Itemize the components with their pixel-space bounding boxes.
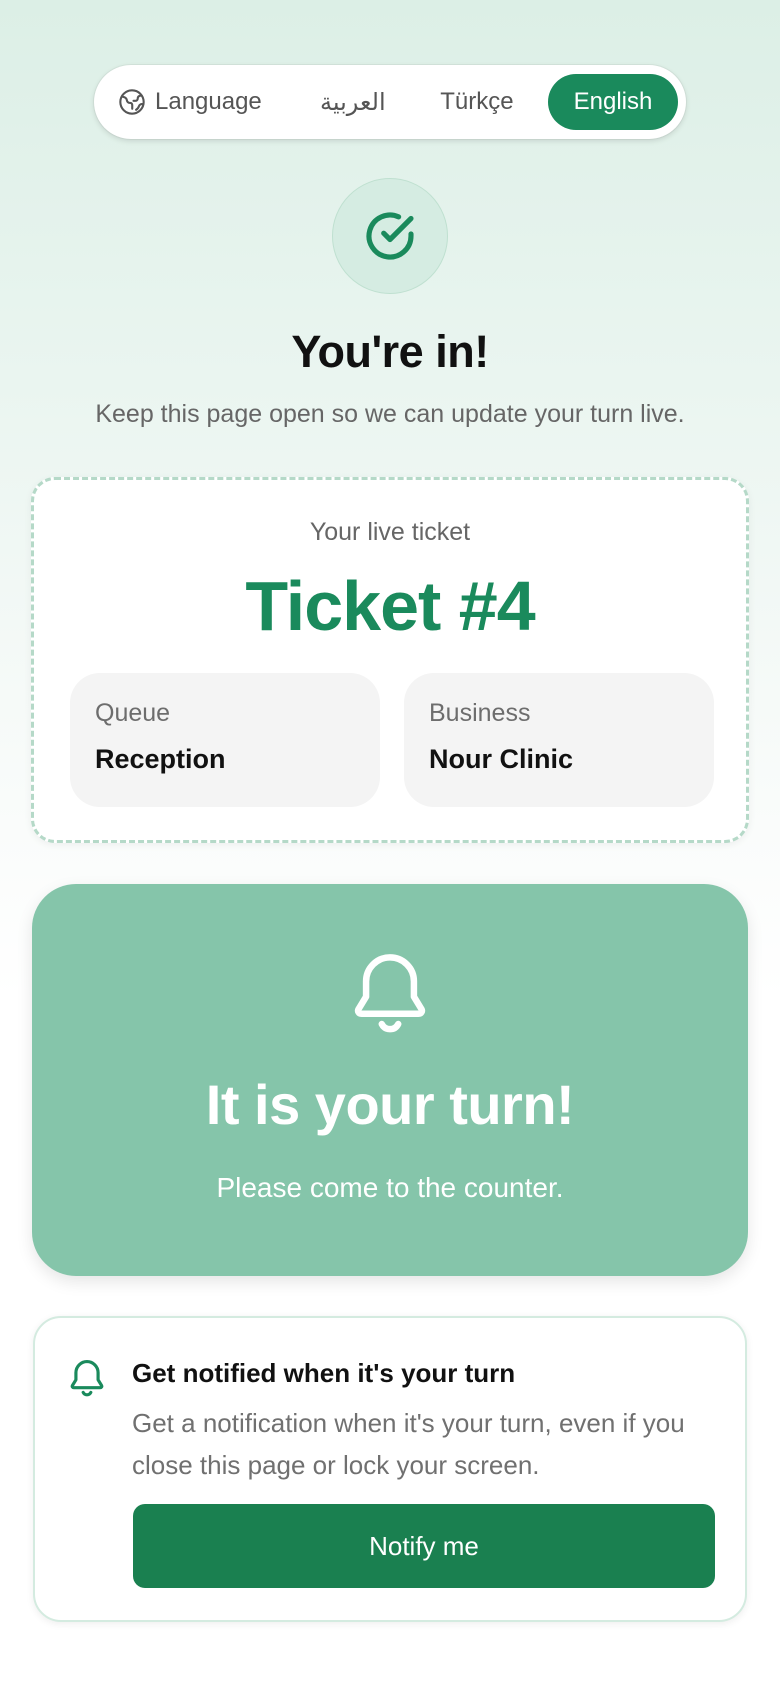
notification-card: Get notified when it's your turn Get a n…: [33, 1316, 747, 1622]
notification-title: Get notified when it's your turn: [132, 1358, 516, 1388]
business-value: Nour Clinic: [429, 744, 574, 774]
page-title: You're in!: [291, 326, 489, 377]
check-circle-icon: [366, 212, 414, 260]
business-info: Business Nour Clinic: [404, 673, 714, 807]
bell-icon: [354, 954, 426, 1033]
language-option-turkish[interactable]: Türkçe: [414, 74, 540, 130]
ticket-number: Ticket #4: [245, 567, 535, 645]
notification-description: Get a notification when it's your turn, …: [132, 1408, 685, 1480]
page-subtitle: Keep this page open so we can update you…: [95, 400, 685, 428]
globe-icon: [119, 89, 145, 115]
turn-subtitle: Please come to the counter.: [216, 1172, 564, 1203]
language-label: Language: [118, 88, 268, 116]
language-option-arabic[interactable]: العربية: [292, 74, 414, 130]
language-switcher: Language العربية Türkçe English: [94, 65, 686, 139]
success-badge: [332, 178, 448, 294]
queue-value: Reception: [95, 744, 226, 774]
ticket-card: Your live ticket Ticket #4 Queue Recepti…: [31, 477, 749, 843]
turn-title: It is your turn!: [205, 1073, 575, 1136]
language-option-english[interactable]: English: [547, 74, 679, 130]
ticket-caption: Your live ticket: [309, 518, 471, 546]
notify-me-button[interactable]: Notify me: [133, 1504, 715, 1588]
queue-info: Queue Reception: [70, 673, 380, 807]
queue-label: Queue: [95, 699, 171, 727]
turn-alert-card: It is your turn! Please come to the coun…: [32, 884, 748, 1276]
business-label: Business: [429, 699, 531, 727]
bell-icon: [70, 1360, 104, 1397]
